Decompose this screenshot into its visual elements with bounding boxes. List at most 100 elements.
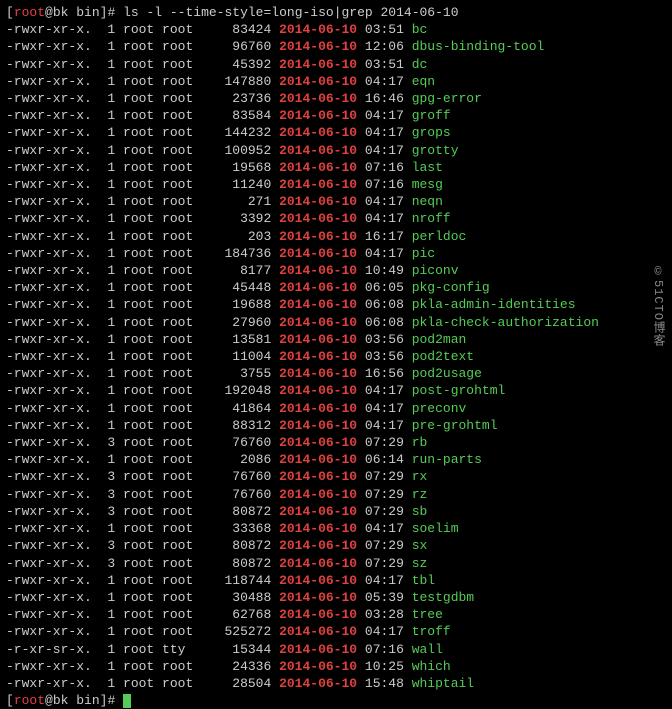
size: 147880: [201, 74, 279, 89]
perms: -rwxr-xr-x.: [6, 177, 100, 192]
date: 2014-06-10: [279, 194, 357, 209]
links: 1: [100, 315, 123, 330]
owner: root: [123, 315, 162, 330]
perms: -rwxr-xr-x.: [6, 469, 100, 484]
size: 19568: [201, 160, 279, 175]
time: 04:17: [357, 624, 412, 639]
time: 03:51: [357, 57, 412, 72]
ls-row: -rwxr-xr-x. 1 root root 13581 2014-06-10…: [6, 331, 666, 348]
filename: wall: [412, 642, 443, 657]
filename: tbl: [412, 573, 435, 588]
group: root: [162, 297, 201, 312]
links: 3: [100, 469, 123, 484]
group: root: [162, 401, 201, 416]
size: 3755: [201, 366, 279, 381]
date: 2014-06-10: [279, 469, 357, 484]
size: 100952: [201, 143, 279, 158]
time: 04:17: [357, 194, 412, 209]
size: 8177: [201, 263, 279, 278]
time: 04:17: [357, 125, 412, 140]
perms: -rwxr-xr-x.: [6, 538, 100, 553]
owner: root: [123, 57, 162, 72]
owner: root: [123, 108, 162, 123]
links: 3: [100, 435, 123, 450]
filename: grotty: [412, 143, 459, 158]
links: 1: [100, 418, 123, 433]
ls-row: -rwxr-xr-x. 1 root root 24336 2014-06-10…: [6, 658, 666, 675]
owner: root: [123, 487, 162, 502]
size: 525272: [201, 624, 279, 639]
group: root: [162, 418, 201, 433]
group: root: [162, 383, 201, 398]
ls-row: -rwxr-xr-x. 1 root root 203 2014-06-10 1…: [6, 228, 666, 245]
date: 2014-06-10: [279, 435, 357, 450]
filename: mesg: [412, 177, 443, 192]
size: 28504: [201, 676, 279, 691]
prompt-at: @: [45, 5, 53, 20]
cursor[interactable]: [123, 694, 131, 708]
time: 07:29: [357, 504, 412, 519]
owner: root: [123, 573, 162, 588]
owner: root: [123, 607, 162, 622]
ls-row: -rwxr-xr-x. 1 root root 27960 2014-06-10…: [6, 314, 666, 331]
group: root: [162, 229, 201, 244]
size: 2086: [201, 452, 279, 467]
time: 04:17: [357, 143, 412, 158]
group: root: [162, 22, 201, 37]
date: 2014-06-10: [279, 538, 357, 553]
size: 33368: [201, 521, 279, 536]
date: 2014-06-10: [279, 332, 357, 347]
filename: dbus-binding-tool: [412, 39, 545, 54]
links: 3: [100, 504, 123, 519]
perms: -rwxr-xr-x.: [6, 573, 100, 588]
date: 2014-06-10: [279, 487, 357, 502]
time: 07:16: [357, 177, 412, 192]
time: 03:28: [357, 607, 412, 622]
ls-row: -rwxr-xr-x. 1 root root 19688 2014-06-10…: [6, 296, 666, 313]
ls-row: -rwxr-xr-x. 1 root root 11240 2014-06-10…: [6, 176, 666, 193]
size: 96760: [201, 39, 279, 54]
time: 03:51: [357, 22, 412, 37]
filename: nroff: [412, 211, 451, 226]
time: 04:17: [357, 383, 412, 398]
time: 10:25: [357, 659, 412, 674]
group: root: [162, 590, 201, 605]
prompt-line-next[interactable]: [root@bk bin]#: [6, 692, 666, 709]
time: 07:29: [357, 487, 412, 502]
group: root: [162, 659, 201, 674]
date: 2014-06-10: [279, 383, 357, 398]
perms: -rwxr-xr-x.: [6, 39, 100, 54]
size: 13581: [201, 332, 279, 347]
ls-row: -rwxr-xr-x. 1 root root 30488 2014-06-10…: [6, 589, 666, 606]
filename: eqn: [412, 74, 435, 89]
group: root: [162, 538, 201, 553]
size: 41864: [201, 401, 279, 416]
terminal-output[interactable]: [root@bk bin]# ls -l --time-style=long-i…: [6, 4, 666, 709]
group: root: [162, 332, 201, 347]
perms: -rwxr-xr-x.: [6, 401, 100, 416]
group: root: [162, 624, 201, 639]
ls-row: -rwxr-xr-x. 1 root root 147880 2014-06-1…: [6, 73, 666, 90]
filename: neqn: [412, 194, 443, 209]
owner: root: [123, 452, 162, 467]
owner: root: [123, 435, 162, 450]
perms: -rwxr-xr-x.: [6, 194, 100, 209]
date: 2014-06-10: [279, 39, 357, 54]
owner: root: [123, 624, 162, 639]
perms: -rwxr-xr-x.: [6, 91, 100, 106]
perms: -rwxr-xr-x.: [6, 125, 100, 140]
ls-row: -rwxr-xr-x. 1 root root 525272 2014-06-1…: [6, 623, 666, 640]
ls-row: -rwxr-xr-x. 1 root root 271 2014-06-10 0…: [6, 193, 666, 210]
owner: root: [123, 349, 162, 364]
owner: root: [123, 263, 162, 278]
filename: pkg-config: [412, 280, 490, 295]
filename: soelim: [412, 521, 459, 536]
ls-row: -rwxr-xr-x. 1 root root 19568 2014-06-10…: [6, 159, 666, 176]
date: 2014-06-10: [279, 607, 357, 622]
group: root: [162, 143, 201, 158]
date: 2014-06-10: [279, 401, 357, 416]
owner: root: [123, 125, 162, 140]
date: 2014-06-10: [279, 74, 357, 89]
time: 06:05: [357, 280, 412, 295]
perms: -rwxr-xr-x.: [6, 452, 100, 467]
